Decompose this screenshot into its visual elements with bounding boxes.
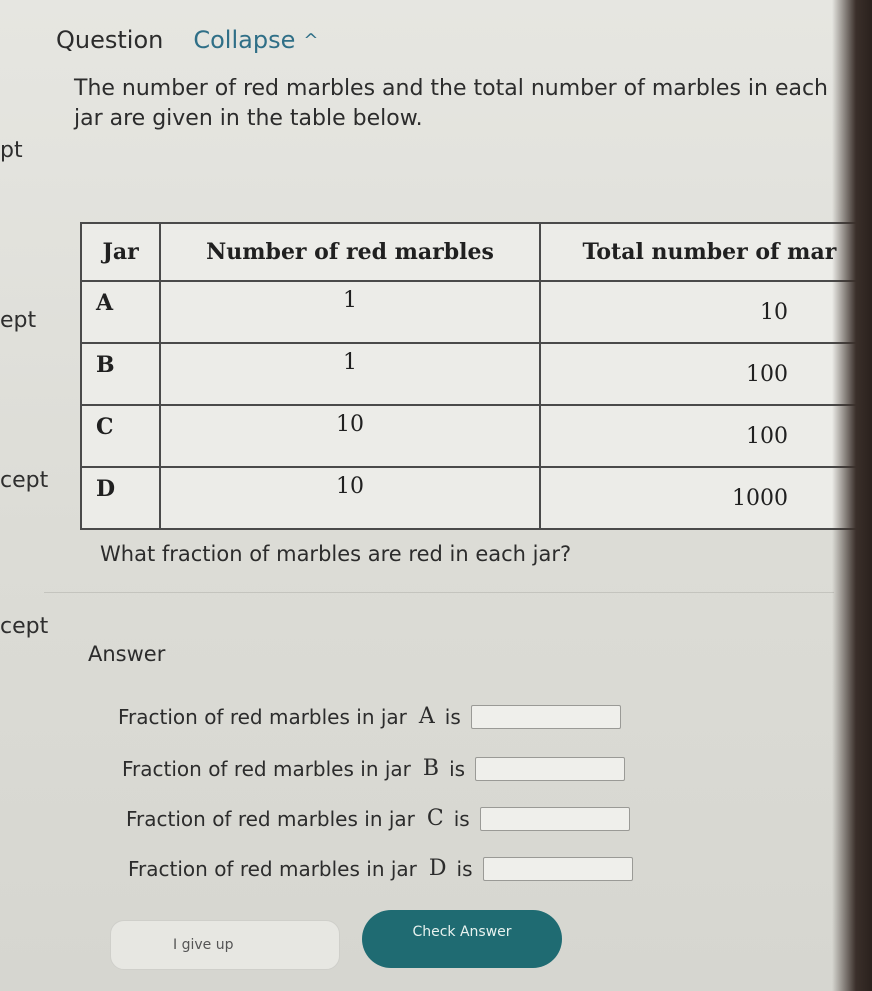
fraction-input-c[interactable]	[479, 806, 630, 831]
column-header-red: Number of red marbles	[159, 222, 541, 282]
collapse-label: Collapse	[193, 26, 296, 54]
screen-edge-shadow	[832, 0, 872, 991]
fraction-input-a[interactable]	[470, 704, 621, 729]
left-panel-fragment: pt ept cept cept	[0, 0, 48, 991]
answer-row-d: Fraction of red marbles in jar D is	[128, 856, 633, 881]
sidebar-fragment-text: cept	[0, 468, 49, 493]
answer-jar-letter: D	[428, 856, 447, 881]
question-prompt: The number of red marbles and the total …	[74, 76, 829, 131]
answer-suffix: is	[453, 806, 470, 831]
question-page: pt ept cept cept Question Collapse ^ The…	[0, 0, 872, 991]
cell-jar: C	[79, 404, 162, 468]
section-divider	[44, 592, 834, 593]
sidebar-fragment-text: cept	[0, 614, 49, 639]
cell-jar: A	[79, 280, 162, 344]
answer-suffix: is	[456, 856, 473, 881]
cell-jar: B	[79, 342, 162, 406]
answer-prefix: Fraction of red marbles in jar	[126, 806, 415, 831]
sidebar-fragment-text: pt	[0, 138, 23, 163]
cell-jar: D	[79, 466, 162, 530]
question-header: Question Collapse ^	[56, 26, 318, 54]
cell-red: 1	[159, 280, 541, 344]
answer-prefix: Fraction of red marbles in jar	[122, 756, 411, 781]
table-header-row: Jar Number of red marbles Total number o…	[79, 222, 872, 282]
table-row: A 1 10	[79, 280, 872, 344]
answer-row-b: Fraction of red marbles in jar B is	[122, 756, 626, 781]
marbles-table: Jar Number of red marbles Total number o…	[79, 222, 872, 530]
cell-total: 100	[538, 404, 872, 468]
sidebar-fragment-text: ept	[0, 308, 37, 333]
question-label: Question	[56, 26, 164, 54]
give-up-button[interactable]: I give up	[110, 920, 340, 970]
fraction-input-d[interactable]	[482, 856, 633, 881]
answer-suffix: is	[449, 756, 466, 781]
chevron-up-icon: ^	[303, 29, 319, 51]
answer-row-a: Fraction of red marbles in jar A is	[118, 704, 621, 729]
cell-total: 1000	[538, 466, 872, 530]
answer-jar-letter: C	[426, 806, 444, 831]
fraction-input-b[interactable]	[475, 756, 626, 781]
collapse-button[interactable]: Collapse ^	[193, 26, 318, 54]
cell-total: 100	[538, 342, 872, 406]
answer-jar-letter: A	[418, 704, 435, 729]
answer-prefix: Fraction of red marbles in jar	[118, 704, 407, 729]
check-answer-button[interactable]: Check Answer	[362, 910, 562, 968]
table-row: C 10 100	[79, 404, 872, 468]
answer-suffix: is	[444, 704, 461, 729]
table-row: D 10 1000	[79, 466, 872, 530]
cell-red: 1	[159, 342, 541, 406]
answer-prefix: Fraction of red marbles in jar	[128, 856, 417, 881]
question-text: What fraction of marbles are red in each…	[100, 542, 572, 566]
column-header-total: Total number of mar	[538, 222, 872, 282]
answer-jar-letter: B	[422, 756, 440, 781]
table-row: B 1 100	[79, 342, 872, 406]
answer-heading: Answer	[88, 642, 166, 666]
cell-red: 10	[159, 404, 541, 468]
cell-red: 10	[159, 466, 541, 530]
column-header-jar: Jar	[79, 222, 162, 282]
cell-total: 10	[538, 280, 872, 344]
answer-row-c: Fraction of red marbles in jar C is	[126, 806, 630, 831]
